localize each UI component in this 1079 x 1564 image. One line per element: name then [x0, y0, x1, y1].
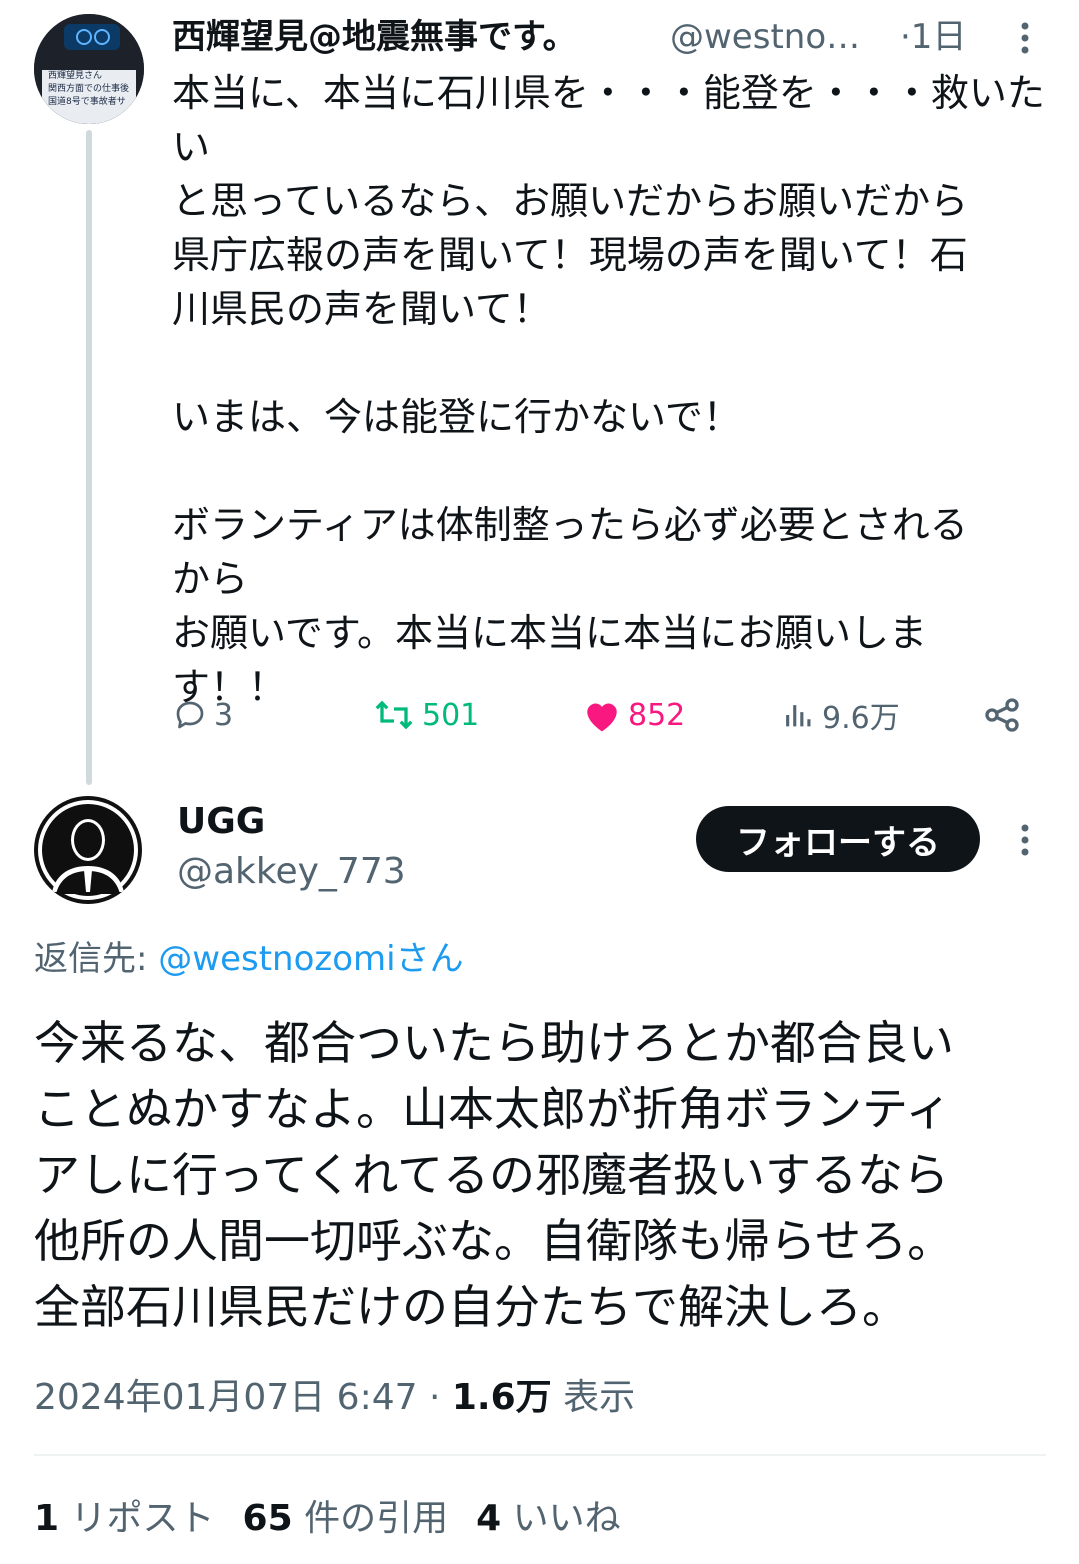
avatar-westnozomi[interactable]: 西輝望見さん 関西方面での仕事後 国道8号で事故者サ [34, 14, 144, 124]
repost-stat[interactable]: 1 リポスト [34, 1498, 215, 1539]
repost-count: 1 [34, 1498, 60, 1539]
quote-count: 65 [242, 1498, 293, 1539]
avatar-caption-line: 国道8号で事故者サ [48, 97, 126, 107]
reply-tweet-text: 今来るな、都合ついたら助けろとか都合良い ことぬかすなよ。山本太郎が折角ボランテ… [34, 1016, 954, 1334]
retweet-icon [375, 700, 413, 730]
tweet-meta: 2024年01月07日 6:47 · 1.6万 表示 [34, 1372, 635, 1424]
avatar-caption-line: 関西方面での仕事後 [48, 84, 130, 94]
retweet-button[interactable]: 501 [372, 690, 479, 740]
divider [34, 1454, 1046, 1456]
like-stat[interactable]: 4 いいね [476, 1498, 621, 1539]
retweet-count: 501 [422, 697, 480, 733]
thread-connector-line [86, 130, 92, 785]
like-stat-count: 4 [476, 1498, 502, 1539]
quote-stat[interactable]: 65 件の引用 [243, 1498, 449, 1539]
share-icon [985, 698, 1019, 732]
reply-handle[interactable]: @akkey_773 [177, 850, 406, 894]
follow-button[interactable]: フォローする [696, 806, 980, 872]
reply-count: 3 [214, 697, 234, 733]
view-count: 9.6万 [822, 701, 900, 736]
like-count: 852 [628, 697, 686, 733]
view-label: 表示 [551, 1377, 636, 1418]
reply-to-prefix: 返信先: [34, 939, 159, 979]
reply-to-link[interactable]: @westnozomiさん [158, 939, 463, 979]
tweet-timestamp[interactable]: 2024年01月07日 6:47 · [34, 1377, 452, 1418]
parent-display-name[interactable]: 西輝望見@地震無事です。 [172, 14, 577, 60]
repost-label: リポスト [59, 1498, 215, 1539]
quote-label: 件の引用 [292, 1498, 449, 1539]
parent-handle[interactable]: @westno… [670, 14, 876, 60]
engagement-stats: 1 リポスト 65 件の引用 4 いいね [34, 1494, 621, 1544]
view-count-bold: 1.6万 [451, 1377, 552, 1418]
heart-icon [587, 703, 617, 732]
share-button[interactable] [982, 690, 1028, 740]
like-stat-label: いいね [501, 1498, 621, 1539]
parent-time[interactable]: ·1日 [900, 14, 966, 60]
avatar-caption-line: 西輝望見さん [48, 71, 103, 81]
analytics-icon [786, 705, 811, 727]
parent-tweet-text: 本当に、本当に石川県を・・・能登を・・・救いたい と思っているなら、お願いだから… [172, 71, 1045, 709]
like-button[interactable]: 852 [582, 690, 685, 740]
reply-button[interactable]: 3 [172, 690, 233, 740]
parent-action-bar: 3 501 852 9.6万 [172, 690, 1032, 740]
avatar-ugg[interactable] [34, 796, 142, 904]
more-options-icon[interactable] [1010, 20, 1040, 56]
reply-to-line: 返信先: @westnozomiさん [34, 936, 464, 982]
more-options-icon[interactable] [1010, 822, 1040, 858]
views-button[interactable]: 9.6万 [782, 690, 900, 740]
reply-icon [176, 701, 204, 729]
reply-display-name[interactable]: UGG [177, 800, 265, 844]
